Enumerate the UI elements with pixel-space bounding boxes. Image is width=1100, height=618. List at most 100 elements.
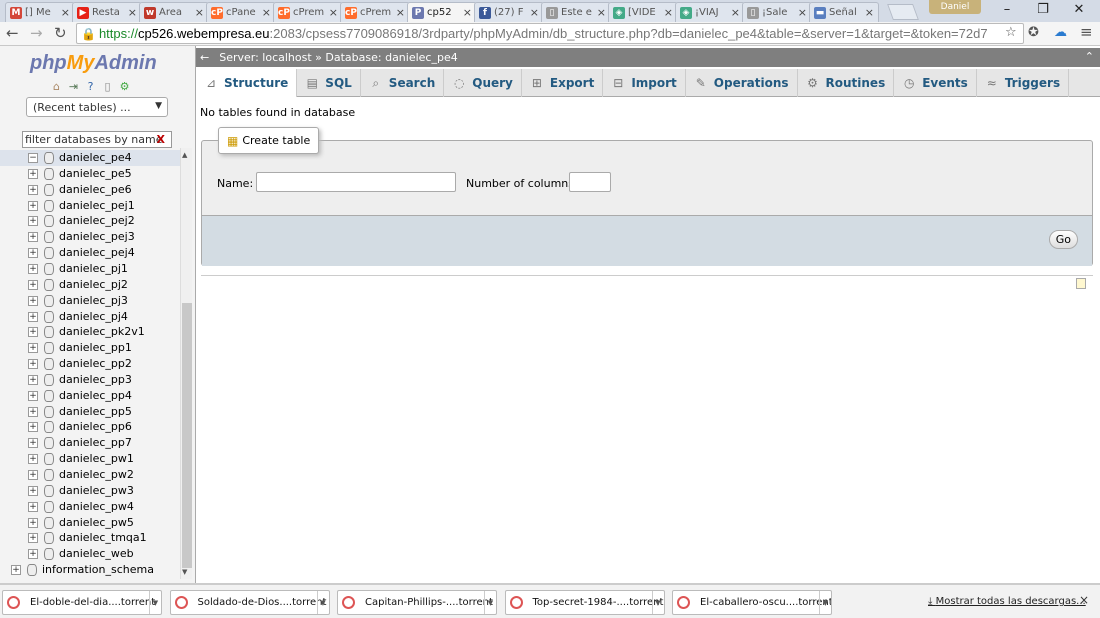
- browser-tab[interactable]: ◈ ¡VIAJ ×: [675, 2, 745, 22]
- database-name[interactable]: information_schema: [42, 563, 154, 576]
- tab-structure[interactable]: ⊿ Structure: [196, 69, 298, 97]
- database-item[interactable]: − danielec_pe4: [0, 150, 180, 166]
- tab-export[interactable]: ⊞ Export: [522, 69, 604, 97]
- expand-icon[interactable]: +: [28, 501, 38, 512]
- restore-icon[interactable]: ❐: [1030, 2, 1056, 18]
- show-all-downloads-link[interactable]: ⤓ Mostrar todas las descargas...: [928, 596, 1086, 607]
- cloud-icon[interactable]: ☁: [1054, 25, 1067, 40]
- browser-tab[interactable]: Pcp52 ×: [407, 2, 477, 22]
- address-bar[interactable]: 🔒 https://cp526.webempresa.eu:2083/cpses…: [76, 23, 1024, 44]
- expand-icon[interactable]: −: [28, 153, 38, 163]
- database-item[interactable]: + danielec_pw1: [0, 451, 180, 467]
- download-item[interactable]: El-doble-del-dia....torrent ▼: [2, 590, 162, 615]
- database-name[interactable]: danielec_pj3: [59, 294, 128, 307]
- database-name[interactable]: danielec_pp4: [59, 389, 132, 402]
- database-name[interactable]: danielec_tmqa1: [59, 531, 147, 544]
- logout-icon[interactable]: ⇥: [67, 80, 80, 93]
- num-columns-input[interactable]: [569, 172, 611, 192]
- browser-tab[interactable]: f (27) F ×: [474, 2, 544, 22]
- expand-icon[interactable]: +: [28, 549, 38, 560]
- browser-tab[interactable]: cP cPrem ×: [340, 2, 410, 22]
- download-item[interactable]: Capitan-Phillips-....torrent ▼: [337, 590, 497, 615]
- database-name[interactable]: danielec_pw5: [59, 516, 134, 529]
- tab-import[interactable]: ⊟ Import: [603, 69, 686, 97]
- table-name-input[interactable]: [256, 172, 456, 192]
- minimize-icon[interactable]: –: [994, 2, 1020, 18]
- scroll-down-icon[interactable]: ▼: [182, 568, 187, 576]
- database-name[interactable]: danielec_pej1: [59, 199, 135, 212]
- tab-sql[interactable]: ▤ SQL: [297, 69, 361, 97]
- expand-icon[interactable]: +: [28, 390, 38, 401]
- database-item[interactable]: + danielec_web: [0, 546, 180, 562]
- database-name[interactable]: danielec_pp6: [59, 420, 132, 433]
- database-item[interactable]: + danielec_pj2: [0, 277, 180, 293]
- expand-icon[interactable]: +: [28, 343, 38, 354]
- close-tab-icon[interactable]: ×: [61, 6, 70, 19]
- database-item[interactable]: + danielec_pw3: [0, 483, 180, 499]
- forward-icon[interactable]: →: [30, 24, 43, 42]
- database-item[interactable]: + danielec_pp3: [0, 372, 180, 388]
- close-tab-icon[interactable]: ×: [329, 6, 338, 19]
- close-tab-icon[interactable]: ×: [865, 6, 874, 19]
- expand-icon[interactable]: +: [28, 470, 38, 480]
- filter-databases-input[interactable]: filter databases by name X: [22, 131, 172, 148]
- recent-tables-select[interactable]: (Recent tables) ... ▼: [26, 97, 168, 117]
- expand-icon[interactable]: +: [28, 485, 38, 496]
- database-item[interactable]: + danielec_pej1: [0, 198, 180, 214]
- download-menu-icon[interactable]: ▼: [149, 591, 161, 614]
- database-name[interactable]: danielec_pw3: [59, 484, 134, 497]
- expand-icon[interactable]: +: [28, 263, 38, 274]
- breadcrumb-text[interactable]: Server: localhost » Database: danielec_p…: [219, 51, 458, 64]
- close-window-icon[interactable]: ✕: [1066, 2, 1092, 18]
- expand-icon[interactable]: +: [11, 565, 21, 576]
- back-icon[interactable]: ←: [6, 24, 19, 42]
- database-name[interactable]: danielec_pp3: [59, 373, 132, 386]
- close-tab-icon[interactable]: ×: [262, 6, 271, 19]
- database-name[interactable]: danielec_pe4: [59, 151, 132, 164]
- database-item[interactable]: + danielec_pw4: [0, 499, 180, 515]
- close-tab-icon[interactable]: ×: [128, 6, 137, 19]
- browser-tab[interactable]: M[] Me ×: [5, 2, 75, 22]
- browser-tab[interactable]: ▯ ¡Sale ×: [742, 2, 812, 22]
- database-name[interactable]: danielec_pp7: [59, 436, 132, 449]
- database-item[interactable]: + danielec_pw5: [0, 515, 180, 531]
- database-item[interactable]: + danielec_pj4: [0, 309, 180, 325]
- download-menu-icon[interactable]: ▼: [316, 591, 329, 614]
- go-button[interactable]: Go: [1048, 230, 1078, 249]
- tab-routines[interactable]: ⚙ Routines: [798, 69, 895, 97]
- scroll-up-icon[interactable]: ▲: [182, 151, 187, 159]
- expand-icon[interactable]: +: [28, 454, 38, 465]
- download-item[interactable]: El-caballero-oscu....torrent ▼: [672, 590, 832, 615]
- database-name[interactable]: danielec_pj1: [59, 262, 128, 275]
- new-tab-button[interactable]: [887, 4, 919, 20]
- browser-tab[interactable]: ◈ [VIDE ×: [608, 2, 678, 22]
- browser-tab[interactable]: cP cPane ×: [206, 2, 276, 22]
- database-name[interactable]: danielec_pj4: [59, 310, 128, 323]
- expand-icon[interactable]: +: [28, 406, 38, 417]
- database-item[interactable]: + danielec_pe5: [0, 166, 180, 182]
- console-icon[interactable]: [1076, 278, 1086, 289]
- phpmyadmin-logo[interactable]: phpMyAdmin: [30, 52, 157, 75]
- database-item[interactable]: + danielec_pp5: [0, 404, 180, 420]
- tab-events[interactable]: ◷ Events: [894, 69, 977, 97]
- expand-icon[interactable]: +: [28, 359, 38, 370]
- sidebar-scrollbar[interactable]: ▲ ▼: [180, 148, 192, 579]
- tab-operations[interactable]: ✎ Operations: [686, 69, 798, 97]
- close-tab-icon[interactable]: ×: [664, 6, 673, 19]
- database-name[interactable]: danielec_web: [59, 547, 134, 560]
- database-item[interactable]: + danielec_pj1: [0, 261, 180, 277]
- database-item[interactable]: + danielec_pp7: [0, 435, 180, 451]
- tab-search[interactable]: ⌕ Search: [361, 69, 445, 97]
- database-item[interactable]: + danielec_pj3: [0, 293, 180, 309]
- database-name[interactable]: danielec_pj2: [59, 278, 128, 291]
- expand-icon[interactable]: +: [28, 517, 38, 528]
- database-name[interactable]: danielec_pe6: [59, 183, 132, 196]
- close-tab-icon[interactable]: ×: [195, 6, 204, 19]
- help-icon[interactable]: ?: [84, 80, 97, 93]
- database-name[interactable]: danielec_pw1: [59, 452, 134, 465]
- clear-filter-icon[interactable]: X: [157, 133, 165, 146]
- database-item[interactable]: + danielec_pk2v1: [0, 324, 180, 340]
- close-tab-icon[interactable]: ×: [396, 6, 405, 19]
- menu-icon[interactable]: ≡: [1080, 23, 1093, 41]
- close-tab-icon[interactable]: ×: [530, 6, 539, 19]
